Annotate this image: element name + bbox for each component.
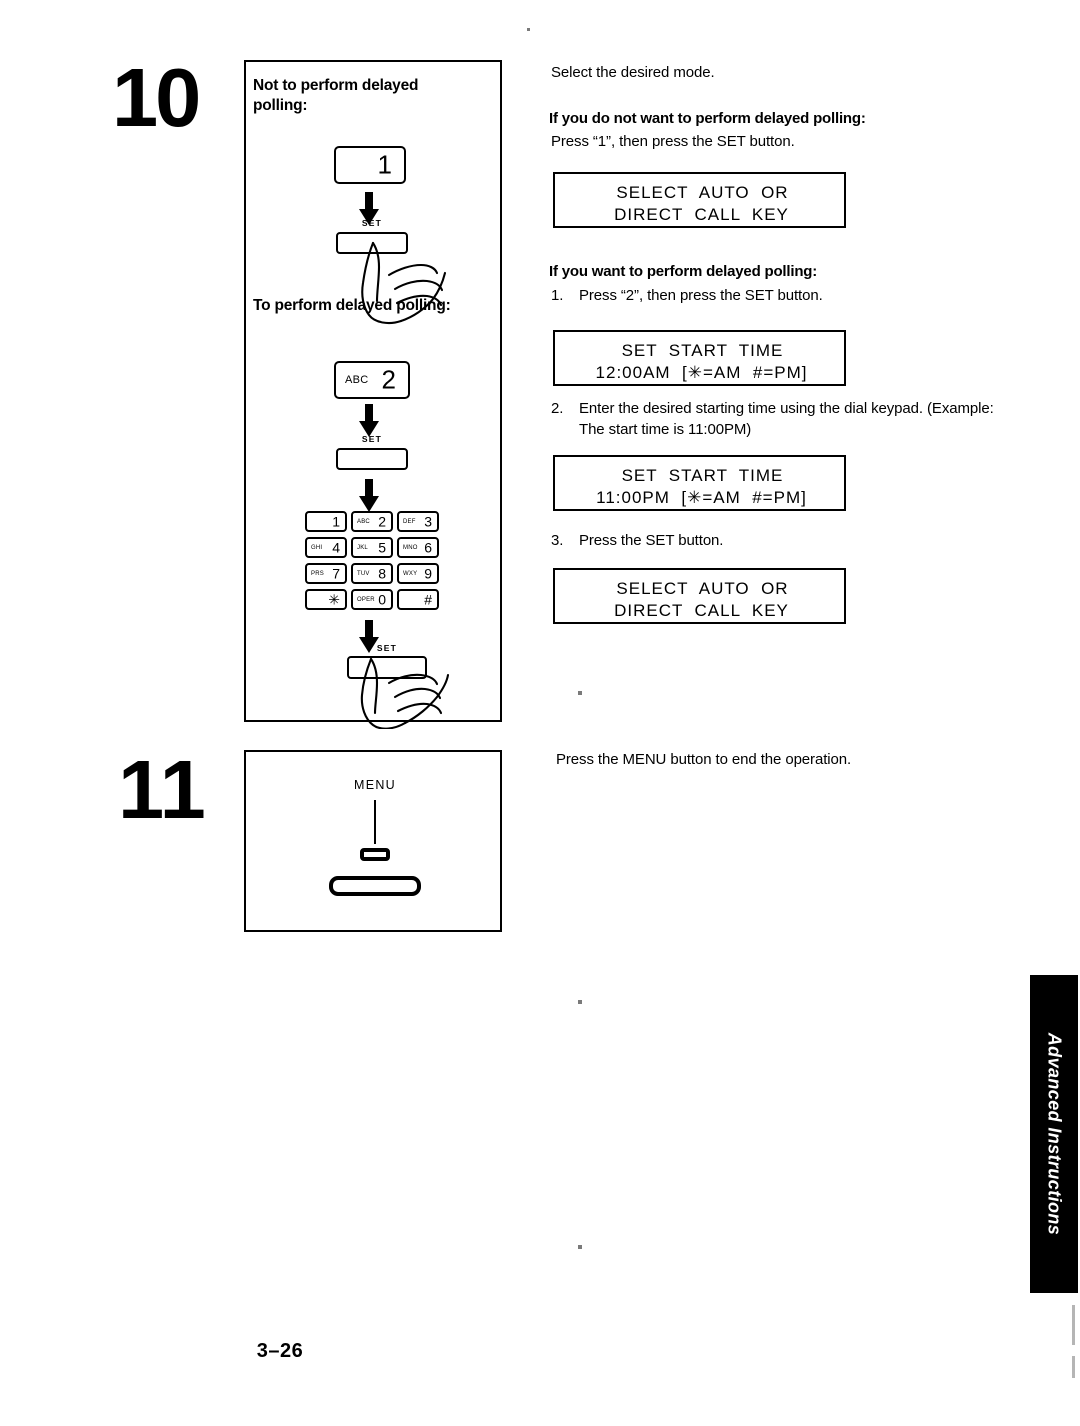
dial-key-digit: 8 (378, 565, 386, 582)
lcd-line-1: SELECT AUTO OR (616, 579, 789, 598)
callout-leader-line (374, 800, 376, 844)
set-button-label-1: SET (361, 218, 383, 228)
lcd-line-2: 11:00PM [✳=AM #=PM] (596, 488, 807, 507)
dial-key-digit: 4 (332, 539, 340, 556)
heading-if-you-want: If you want to perform delayed polling: (549, 263, 818, 280)
keypad-key-1-illustration: 1 (334, 146, 406, 184)
dial-key-digit: 6 (424, 539, 432, 556)
item-1-text: Press “2”, then press the SET button. (579, 287, 823, 304)
menu-button-label: MENU (353, 778, 396, 792)
dial-key-digit: ✳ (328, 591, 340, 608)
dial-key-9: WXY 9 (397, 563, 439, 584)
dial-key-letters: OPER (357, 596, 375, 603)
dial-key-digit: 0 (378, 591, 386, 608)
pointing-hand-icon (360, 657, 450, 729)
dial-key-5: JKL 5 (351, 537, 393, 558)
set-button-illustration-2 (336, 448, 408, 470)
item-2-marker: 2. (551, 400, 564, 417)
large-button-illustration (329, 876, 421, 896)
dial-key-digit: 1 (332, 513, 340, 530)
dial-key-digit: 9 (424, 565, 432, 582)
heading-not-to-perform-delayed-polling: Not to perform delayed polling: (253, 77, 419, 114)
lcd-line-1: SET START TIME (621, 341, 784, 360)
lcd-display-1: SELECT AUTO OR DIRECT CALL KEY (553, 172, 846, 228)
dial-key-✳: ✳ (305, 589, 347, 610)
dial-key-letters: ABC (357, 518, 370, 525)
instruction-press-1: Press “1”, then press the SET button. (551, 133, 795, 150)
key-2-letters: ABC (345, 374, 369, 386)
dial-key-letters: WXY (403, 570, 418, 577)
dial-key-letters: JKL (357, 544, 368, 551)
lcd-line-1: SELECT AUTO OR (616, 183, 789, 202)
lcd-line-2: DIRECT CALL KEY (614, 205, 789, 224)
dial-key-letters: GHI (311, 544, 323, 551)
menu-button-illustration (360, 848, 390, 861)
lcd-line-1: SET START TIME (621, 466, 784, 485)
instruction-press-menu-to-end: Press the MENU button to end the operati… (556, 751, 852, 768)
dial-key-4: GHI 4 (305, 537, 347, 558)
lcd-display-4: SELECT AUTO OR DIRECT CALL KEY (553, 568, 846, 624)
dial-key-letters: PRS (311, 570, 324, 577)
item-3-marker: 3. (551, 532, 564, 549)
set-button-label-3: SET (376, 643, 398, 653)
dial-key-letters: DEF (403, 518, 416, 525)
dial-key-digit: 7 (332, 565, 340, 582)
section-tab-label: Advanced Instructions (1044, 1032, 1065, 1236)
step-number-10: 10 (112, 51, 201, 144)
set-button-label-2: SET (361, 434, 383, 444)
lcd-display-2: SET START TIME 12:00AM [✳=AM #=PM] (553, 330, 846, 386)
dial-key-0: OPER 0 (351, 589, 393, 610)
lcd-display-3: SET START TIME 11:00PM [✳=AM #=PM] (553, 455, 846, 511)
scan-speck (527, 28, 530, 31)
dial-key-1: 1 (305, 511, 347, 532)
dial-key-8: TUV 8 (351, 563, 393, 584)
instruction-select-mode: Select the desired mode. (551, 64, 715, 81)
section-tab: Advanced Instructions (1030, 975, 1078, 1293)
arrow-down-icon (359, 404, 379, 437)
lcd-line-2: 12:00AM [✳=AM #=PM] (595, 363, 808, 382)
manual-page: 10 Not to perform delayed polling: 1 SET… (0, 0, 1080, 1426)
arrow-down-icon (359, 479, 379, 512)
step-number-11: 11 (118, 743, 206, 836)
key-2-digit: 2 (381, 364, 396, 395)
dial-key-digit: # (424, 591, 432, 608)
dial-key-2: ABC 2 (351, 511, 393, 532)
instruction-item-1: 1. Press “2”, then press the SET button. (551, 285, 999, 306)
item-2-text: Enter the desired starting time using th… (579, 400, 994, 439)
dial-key-7: PRS 7 (305, 563, 347, 584)
key-1-digit: 1 (377, 149, 392, 180)
dial-key-digit: 3 (424, 513, 432, 530)
heading-if-you-do-not-want: If you do not want to perform delayed po… (549, 110, 866, 127)
item-3-text: Press the SET button. (579, 532, 724, 549)
page-number: 3–26 (256, 1340, 304, 1362)
dial-key-6: MNO 6 (397, 537, 439, 558)
page-edge-artifact (1072, 1305, 1075, 1345)
instruction-item-2: 2. Enter the desired starting time using … (551, 398, 999, 441)
page-edge-artifact (1072, 1356, 1075, 1378)
dial-keypad-illustration: 1 ABC 2 DEF 3 GHI 4 JKL 5 MNO 6 PRS 7 TUV 8 WXY 9 ✳ OPER 0 # (305, 511, 441, 614)
dial-key-#: # (397, 589, 439, 610)
item-1-marker: 1. (551, 287, 564, 304)
keypad-key-2-illustration: ABC 2 (334, 361, 410, 399)
scan-speck (578, 1245, 582, 1249)
dial-key-letters: MNO (403, 544, 418, 551)
heading-to-perform-delayed-polling: To perform delayed polling: (253, 297, 451, 314)
scan-speck (578, 1000, 582, 1004)
dial-key-letters: TUV (357, 570, 370, 577)
dial-key-3: DEF 3 (397, 511, 439, 532)
lcd-line-2: DIRECT CALL KEY (614, 601, 789, 620)
dial-key-digit: 2 (378, 513, 386, 530)
instruction-item-3: 3. Press the SET button. (551, 530, 999, 551)
dial-key-digit: 5 (378, 539, 386, 556)
scan-speck (578, 691, 582, 695)
